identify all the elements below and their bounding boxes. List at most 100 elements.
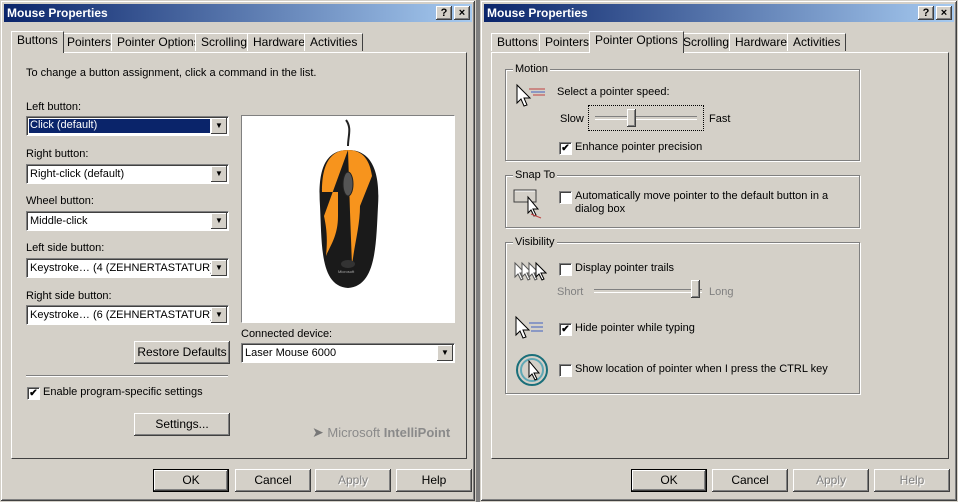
chevron-down-icon[interactable]: ▼: [211, 307, 227, 323]
tab-scrolling[interactable]: Scrolling: [677, 33, 736, 51]
window-title: Mouse Properties: [7, 6, 108, 20]
wheel-button-combo[interactable]: Middle-click ▼: [26, 211, 229, 231]
close-title-button[interactable]: ×: [936, 6, 952, 20]
cancel-button[interactable]: Cancel: [235, 469, 311, 492]
pointer-speed-slider[interactable]: [588, 105, 704, 131]
logo-microsoft: Microsoft: [327, 425, 381, 440]
mouse-image-frame: Microsoft: [241, 115, 455, 323]
cursor-logo-icon: ➤: [312, 424, 324, 440]
logo-intellipoint: IntelliPoint: [383, 425, 451, 440]
enable-program-settings-label: Enable program-specific settings: [43, 386, 203, 398]
help-title-button[interactable]: ?: [918, 6, 934, 20]
pointer-trails-checkbox[interactable]: [559, 263, 572, 276]
pointer-options-panel: Motion Select a pointer speed: Slow Fast…: [491, 52, 949, 459]
motion-group: Motion Select a pointer speed: Slow Fast…: [505, 63, 860, 161]
snap-to-icon: [513, 189, 542, 219]
ok-button[interactable]: OK: [631, 469, 707, 492]
hide-pointer-icon: [515, 315, 543, 339]
left-side-button-combo[interactable]: Keystroke… (4 (ZEHNERTASTATUR)) ▼: [26, 258, 229, 278]
enhance-precision-label: Enhance pointer precision: [575, 141, 703, 153]
slider-ticks: [594, 302, 702, 304]
slider-track: [594, 289, 702, 293]
motion-group-title: Motion: [513, 63, 551, 75]
hide-pointer-checkbox[interactable]: ✔: [559, 323, 572, 336]
trail-short-label: Short: [557, 286, 584, 298]
pointer-trails-label: Display pointer trails: [575, 262, 675, 274]
tab-activities[interactable]: Activities: [304, 33, 364, 51]
title-bar[interactable]: Mouse Properties ? ×: [4, 4, 472, 22]
show-location-label: Show location of pointer when I press th…: [575, 363, 828, 375]
right-side-button-combo[interactable]: Keystroke… (6 (ZEHNERTASTATUR)) ▼: [26, 305, 229, 325]
window-title: Mouse Properties: [487, 6, 588, 20]
chevron-down-icon[interactable]: ▼: [211, 118, 227, 134]
title-bar[interactable]: Mouse Properties ? ×: [484, 4, 954, 22]
tab-hardware[interactable]: Hardware: [247, 33, 312, 51]
slider-thumb[interactable]: [627, 109, 636, 127]
help-button[interactable]: Help: [396, 469, 472, 492]
right-button-combo[interactable]: Right-click (default) ▼: [26, 164, 229, 184]
pointer-trails-icon: [514, 261, 547, 281]
snap-to-label: Automatically move pointer to the defaul…: [575, 190, 829, 215]
combo-value: Right-click (default): [30, 168, 125, 180]
tab-hardware[interactable]: Hardware: [729, 33, 794, 51]
combo-value: Click (default): [29, 119, 210, 133]
tab-activities[interactable]: Activities: [787, 33, 847, 51]
restore-defaults-button[interactable]: Restore Defaults: [134, 341, 230, 364]
show-location-checkbox[interactable]: [559, 364, 572, 377]
visibility-group: Visibility Display pointer trails Short …: [505, 236, 860, 394]
chevron-down-icon[interactable]: ▼: [211, 213, 227, 229]
mouse-properties-window-pointer-options: Mouse Properties ? × Buttons Pointers Po…: [480, 0, 958, 502]
tab-pointer-options[interactable]: Pointer Options: [111, 33, 206, 51]
pointer-speed-icon: [516, 83, 545, 107]
settings-button[interactable]: Settings...: [134, 413, 230, 436]
apply-button[interactable]: Apply: [793, 469, 869, 492]
tab-scrolling[interactable]: Scrolling: [195, 33, 254, 51]
tab-pointers[interactable]: Pointers: [61, 33, 118, 51]
close-title-button[interactable]: ×: [454, 6, 470, 20]
snap-to-checkbox[interactable]: [559, 191, 572, 204]
intellipoint-logo: ➤ Microsoft IntelliPoint: [312, 424, 450, 441]
tab-pointer-options[interactable]: Pointer Options: [589, 31, 684, 53]
buttons-panel: To change a button assignment, click a c…: [11, 52, 467, 459]
slider-track: [595, 116, 697, 120]
connected-device-combo[interactable]: Laser Mouse 6000 ▼: [241, 343, 455, 363]
tab-buttons[interactable]: Buttons: [11, 31, 64, 53]
help-button[interactable]: Help: [874, 469, 950, 492]
instruction-text: To change a button assignment, click a c…: [26, 67, 317, 79]
snap-to-group-title: Snap To: [513, 169, 558, 181]
combo-value: Laser Mouse 6000: [245, 347, 337, 359]
trail-length-slider[interactable]: [592, 279, 704, 305]
connected-device-label: Connected device:: [241, 328, 333, 340]
chevron-down-icon[interactable]: ▼: [437, 345, 453, 361]
mouse-brand-text: Microsoft: [338, 269, 355, 274]
separator: [26, 375, 228, 377]
slider-fast-label: Fast: [709, 113, 731, 125]
combo-value: Keystroke… (6 (ZEHNERTASTATUR)): [30, 309, 218, 321]
cancel-button[interactable]: Cancel: [712, 469, 788, 492]
mouse-icon: [319, 119, 379, 288]
chevron-down-icon[interactable]: ▼: [211, 166, 227, 182]
chevron-down-icon[interactable]: ▼: [211, 260, 227, 276]
right-button-label: Right button:: [26, 148, 89, 160]
pointer-speed-label: Select a pointer speed:: [557, 86, 670, 98]
apply-button[interactable]: Apply: [315, 469, 391, 492]
wheel-button-label: Wheel button:: [26, 195, 94, 207]
tab-pointers[interactable]: Pointers: [539, 33, 596, 51]
left-side-button-label: Left side button:: [26, 242, 105, 254]
help-title-button[interactable]: ?: [436, 6, 452, 20]
right-side-button-label: Right side button:: [26, 290, 112, 302]
combo-value: Keystroke… (4 (ZEHNERTASTATUR)): [30, 262, 218, 274]
enable-program-settings-checkbox[interactable]: ✔: [27, 387, 40, 400]
ok-button[interactable]: OK: [153, 469, 229, 492]
show-location-icon: [516, 354, 548, 386]
trail-long-label: Long: [709, 286, 734, 298]
left-button-label: Left button:: [26, 101, 82, 113]
slider-thumb[interactable]: [691, 280, 700, 298]
left-button-combo[interactable]: Click (default) ▼: [26, 116, 229, 136]
mouse-properties-window-buttons: Mouse Properties ? × Buttons Pointers Po…: [0, 0, 476, 502]
combo-value: Middle-click: [30, 215, 88, 227]
visibility-group-title: Visibility: [513, 236, 557, 248]
enhance-precision-checkbox[interactable]: ✔: [559, 142, 572, 155]
hide-pointer-label: Hide pointer while typing: [575, 322, 695, 334]
tab-buttons[interactable]: Buttons: [491, 33, 544, 51]
